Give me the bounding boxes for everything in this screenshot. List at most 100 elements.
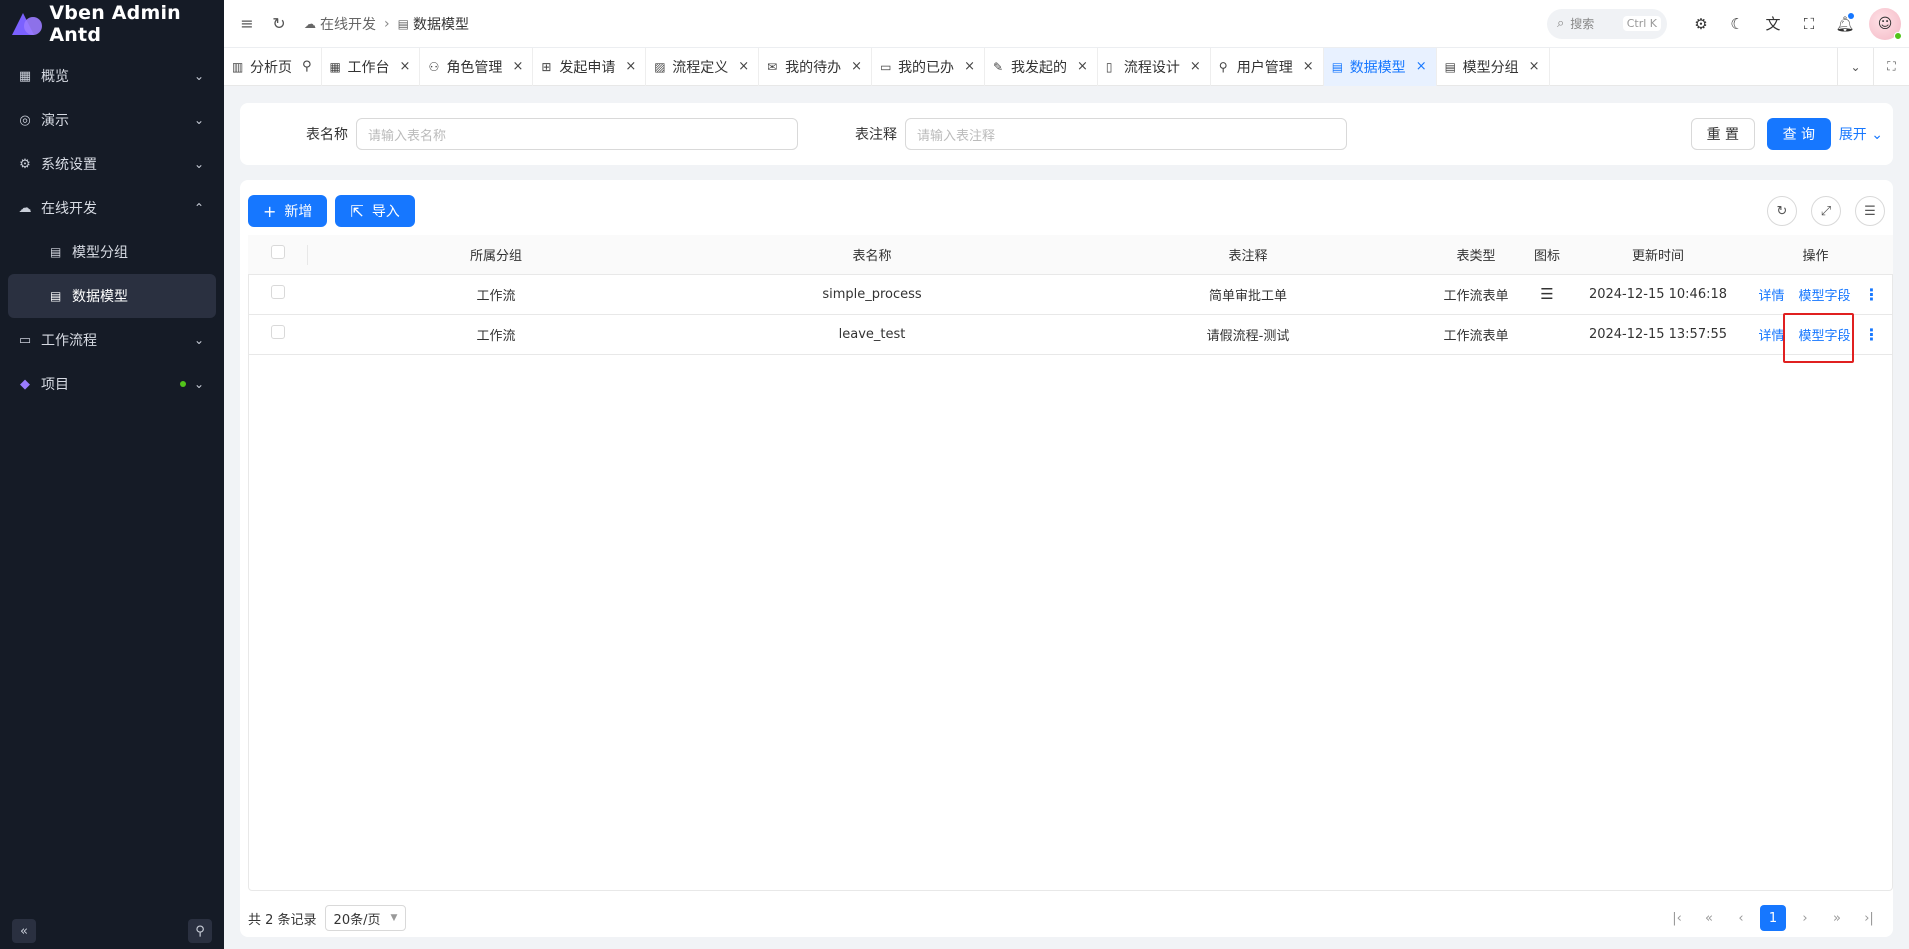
- chevron-down-icon: ⌄: [193, 157, 204, 171]
- select-all-cell: [248, 235, 308, 275]
- preferences-button[interactable]: ⚙: [1683, 6, 1719, 42]
- table-name-input[interactable]: 请输入表名称: [356, 118, 798, 150]
- chevron-down-icon: ⌄: [193, 113, 204, 127]
- chevron-down-icon: ⌄: [193, 377, 204, 391]
- tab-data-model[interactable]: ▤ 数据模型 ×: [1323, 47, 1437, 86]
- tab-label: 我的已办: [898, 59, 955, 76]
- sidebar-item-demo[interactable]: ◎ 演示 ⌄: [0, 98, 224, 142]
- tab-workbench[interactable]: ▦ 工作台 ×: [322, 47, 421, 86]
- close-icon[interactable]: ×: [738, 59, 749, 74]
- book-icon: ▭: [880, 59, 892, 74]
- close-icon[interactable]: ×: [1529, 59, 1540, 74]
- search-button[interactable]: 查 询: [1766, 118, 1831, 150]
- notification-dot: [1848, 12, 1854, 19]
- reset-button[interactable]: 重 置: [1690, 118, 1755, 150]
- tab-users[interactable]: ⚲ 用户管理 ×: [1211, 47, 1324, 86]
- tab-process-design[interactable]: ▯ 流程设计 ×: [1098, 47, 1211, 86]
- notification-button[interactable]: 🔔︎: [1827, 6, 1863, 42]
- detail-link[interactable]: 详情: [1758, 285, 1784, 304]
- sidebar-item-settings[interactable]: ⚙ 系统设置 ⌄: [0, 142, 224, 186]
- sidebar: Vben Admin Antd ▦ 概览 ⌄ ◎ 演示 ⌄ ⚙ 系统设置 ⌄ ☁…: [0, 0, 224, 949]
- refresh-icon: ↻: [272, 14, 286, 33]
- moon-icon: ☾: [1730, 14, 1744, 33]
- close-icon[interactable]: ×: [1416, 59, 1427, 74]
- more-actions-icon[interactable]: ⋮: [1864, 285, 1880, 304]
- close-icon[interactable]: ×: [1190, 59, 1201, 74]
- tab-started[interactable]: ✎ 我发起的 ×: [985, 47, 1098, 86]
- tab-label: 工作台: [347, 59, 390, 76]
- page-size-value: 20条/页: [333, 912, 381, 928]
- close-icon[interactable]: ×: [1077, 59, 1088, 74]
- search-placeholder: 搜索: [1570, 17, 1595, 31]
- tab-label: 流程定义: [672, 59, 729, 76]
- app-logo[interactable]: Vben Admin Antd: [0, 0, 224, 48]
- page-size-select[interactable]: 20条/页 ▼: [324, 905, 407, 931]
- select-all-checkbox[interactable]: [271, 245, 285, 260]
- sidebar-subitem-model-group[interactable]: ▤ 模型分组: [8, 230, 216, 274]
- global-search[interactable]: ⌕ 搜索 Ctrl K: [1547, 8, 1667, 39]
- close-icon[interactable]: ×: [1303, 59, 1314, 74]
- row-select-cell: [248, 314, 308, 355]
- cell-type: 工作流表单: [1436, 314, 1516, 355]
- add-button[interactable]: + 新增: [248, 195, 328, 227]
- last-page-button[interactable]: ›|: [1853, 905, 1885, 931]
- row-checkbox[interactable]: [271, 285, 285, 299]
- status-dot: [179, 381, 186, 387]
- refresh-table-button[interactable]: ↻: [1767, 196, 1797, 226]
- tab-roles[interactable]: ⚇ 角色管理 ×: [420, 47, 534, 86]
- tab-analytics[interactable]: ▥ 分析页 ⚲: [224, 47, 322, 86]
- language-button[interactable]: 文: [1755, 6, 1791, 42]
- collapse-sidebar-button[interactable]: «: [12, 919, 36, 943]
- prev-page-button[interactable]: ‹: [1725, 905, 1757, 931]
- jump-prev-button[interactable]: «: [1693, 905, 1725, 931]
- close-icon[interactable]: ×: [400, 59, 411, 74]
- tab-todo[interactable]: ✉ 我的待办 ×: [759, 47, 873, 86]
- sidebar-item-workflow[interactable]: ▭ 工作流程 ⌄: [0, 318, 224, 362]
- pagination: 共 2 条记录 20条/页 ▼ |‹ « ‹ 1 › » ›|: [248, 903, 1885, 933]
- close-icon[interactable]: ×: [512, 59, 523, 74]
- sidebar-item-label: 工作流程: [41, 333, 97, 349]
- next-page-button[interactable]: ›: [1789, 905, 1821, 931]
- tab-apply[interactable]: ⊞ 发起申请 ×: [533, 47, 647, 86]
- cloud-icon: ☁: [18, 200, 32, 216]
- refresh-button[interactable]: ↻: [264, 9, 294, 39]
- column-settings-button[interactable]: ☰: [1855, 196, 1885, 226]
- highlight-box: [1783, 313, 1854, 363]
- close-icon[interactable]: ×: [964, 59, 975, 74]
- detail-link[interactable]: 详情: [1758, 325, 1784, 344]
- tab-model-group[interactable]: ▤ 模型分组 ×: [1437, 47, 1550, 86]
- table-comment-input[interactable]: 请输入表注释: [905, 118, 1347, 150]
- sidebar-item-project[interactable]: ◆ 项目 ⌄: [0, 362, 224, 406]
- tab-process-def[interactable]: ▨ 流程定义 ×: [646, 47, 760, 86]
- tab-maximize-button[interactable]: ⛶: [1873, 47, 1909, 86]
- import-button[interactable]: ⇱ 导入: [335, 195, 415, 227]
- breadcrumb-item[interactable]: 在线开发: [320, 14, 376, 34]
- pin-sidebar-button[interactable]: ⚲: [188, 919, 212, 943]
- expand-button[interactable]: 展开 ⌄: [1839, 124, 1883, 144]
- edit-icon: ✎: [992, 59, 1004, 74]
- close-icon[interactable]: ×: [851, 59, 862, 74]
- tab-done[interactable]: ▭ 我的已办 ×: [872, 47, 985, 86]
- avatar[interactable]: ☺: [1869, 7, 1902, 40]
- close-icon[interactable]: ×: [625, 59, 636, 74]
- cell-group: 工作流: [308, 274, 684, 315]
- jump-next-button[interactable]: »: [1821, 905, 1853, 931]
- fullscreen-table-button[interactable]: ⤢: [1811, 196, 1841, 226]
- sidebar-item-overview[interactable]: ▦ 概览 ⌄: [0, 54, 224, 98]
- first-page-button[interactable]: |‹: [1661, 905, 1693, 931]
- row-checkbox[interactable]: [271, 325, 285, 339]
- sidebar-item-label: 在线开发: [41, 201, 97, 217]
- tab-dropdown-button[interactable]: ⌄: [1837, 47, 1873, 86]
- column-header: 更新时间: [1578, 235, 1738, 275]
- sidebar-item-label: 系统设置: [41, 157, 97, 173]
- fullscreen-button[interactable]: ⛶: [1791, 6, 1827, 42]
- page-number-current[interactable]: 1: [1760, 905, 1786, 931]
- sidebar-subitem-data-model[interactable]: ▤ 数据模型: [8, 274, 216, 318]
- theme-toggle-button[interactable]: ☾: [1719, 6, 1755, 42]
- model-fields-link[interactable]: 模型字段: [1799, 285, 1851, 304]
- pin-icon[interactable]: ⚲: [302, 59, 312, 74]
- sidebar-item-online-dev[interactable]: ☁ 在线开发 ⌃: [0, 186, 224, 230]
- menu-toggle-button[interactable]: ≡: [232, 9, 262, 39]
- cell-actions: 详情 模型字段 ⋮: [1738, 274, 1893, 315]
- more-actions-icon[interactable]: ⋮: [1864, 325, 1880, 344]
